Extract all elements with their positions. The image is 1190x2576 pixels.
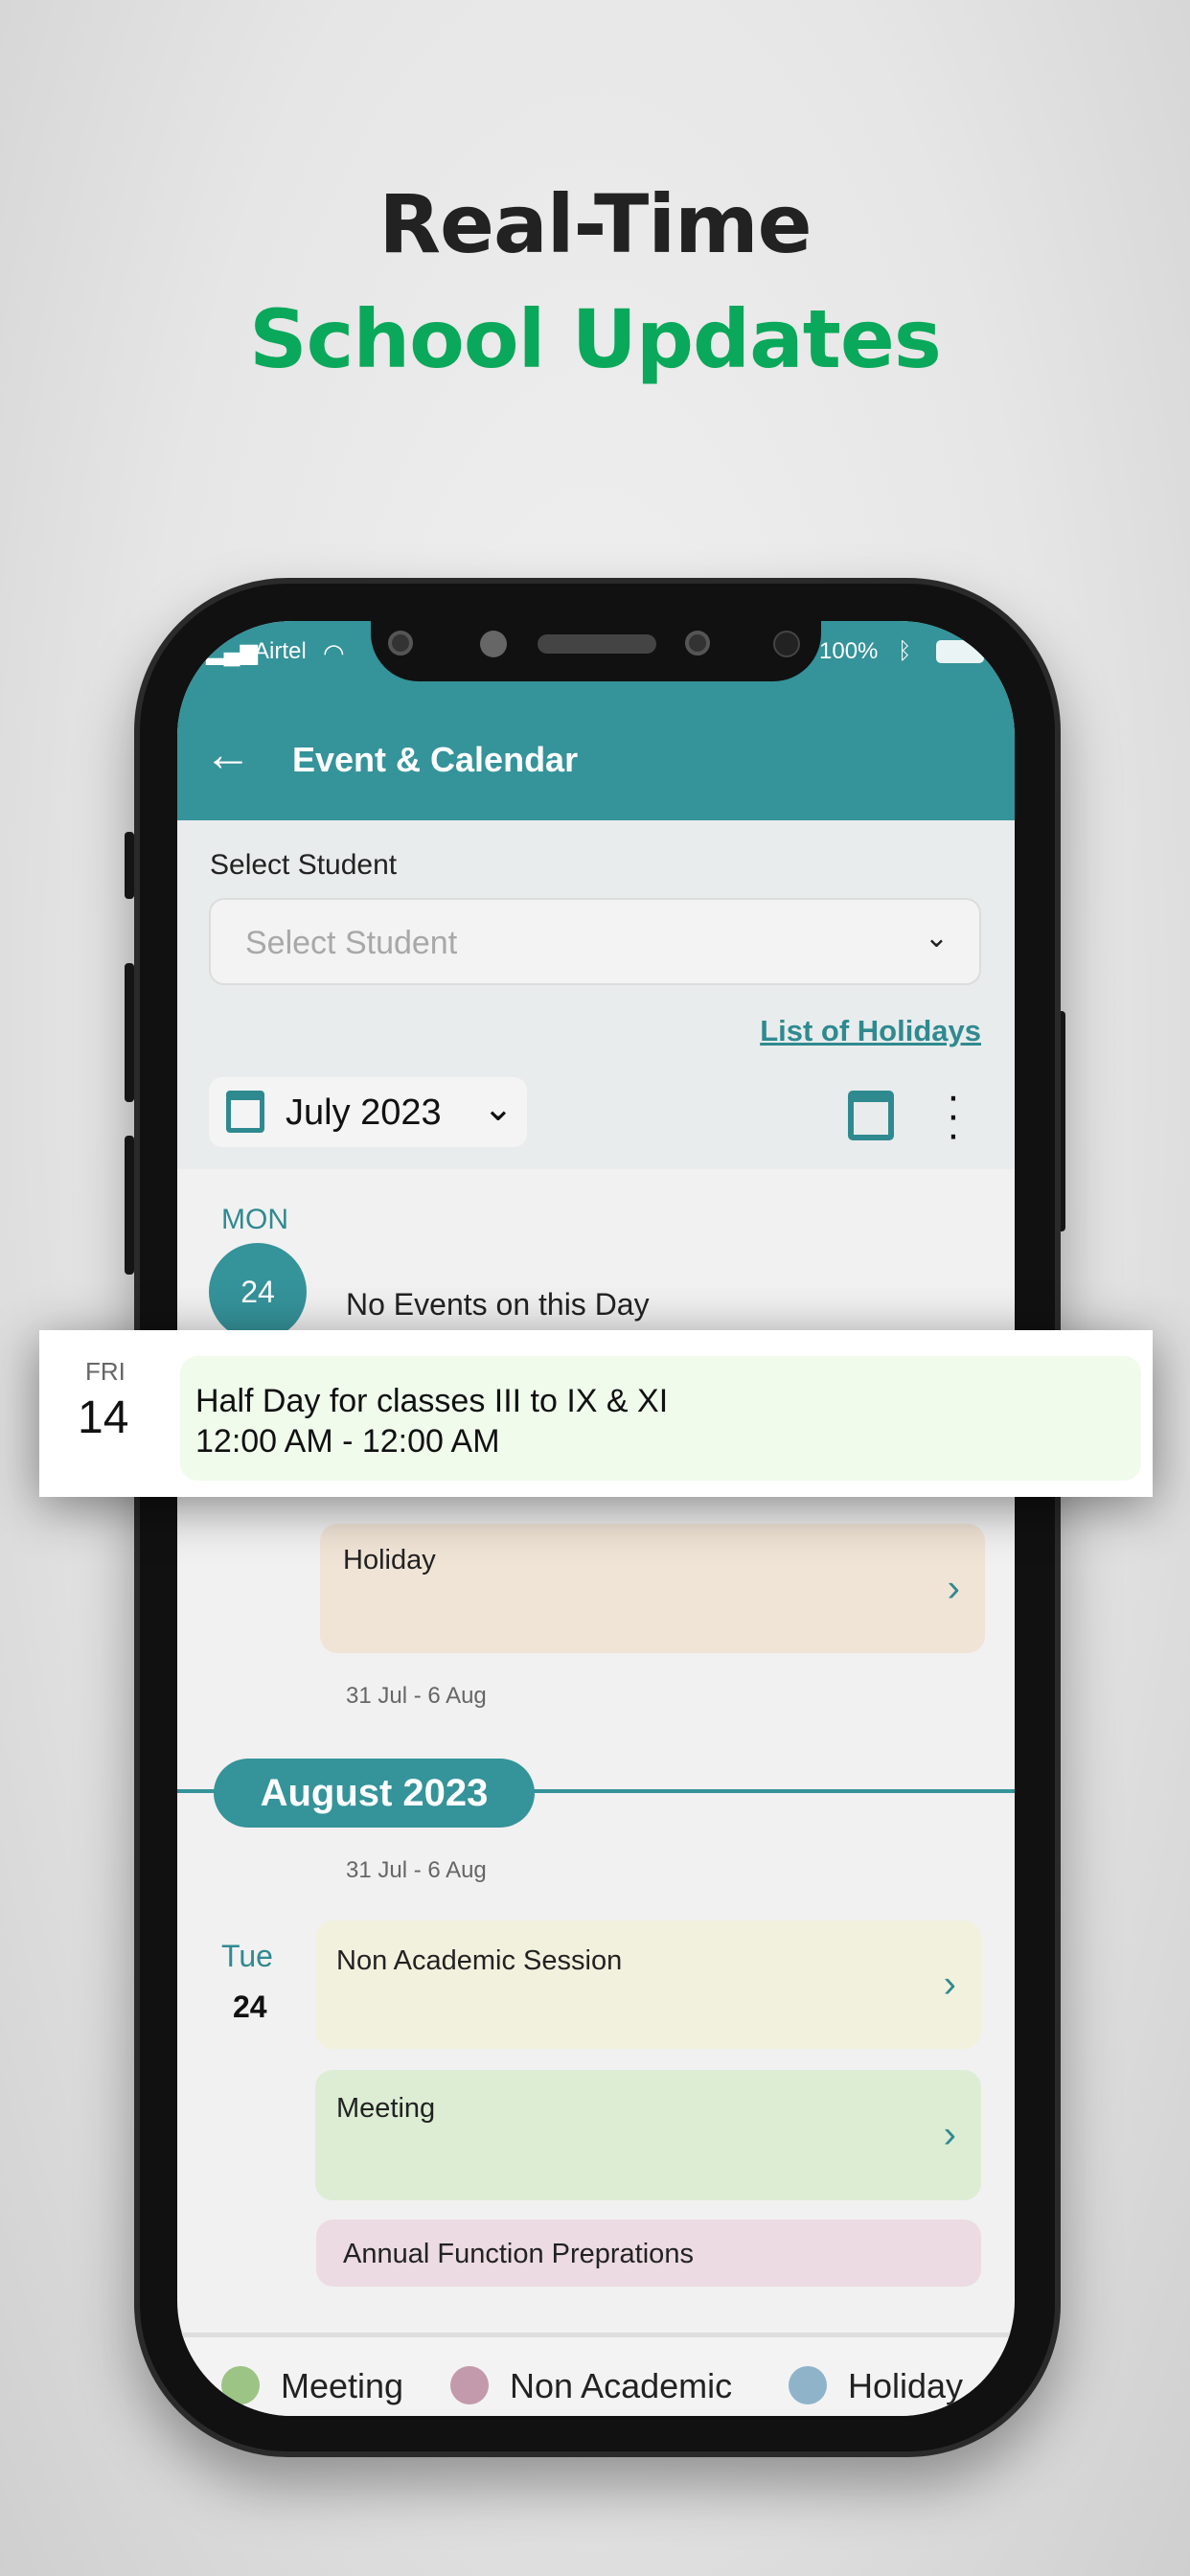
- chevron-right-icon: ›: [947, 1567, 960, 1609]
- event-title: Non Academic Session: [336, 1945, 623, 1976]
- battery-percent: 100%: [819, 638, 879, 664]
- page-title: Event & Calendar: [292, 740, 579, 779]
- month-value: July 2023: [286, 1092, 442, 1133]
- day-weekday: Tue: [221, 1939, 273, 1973]
- holiday-legend-dot: [789, 2366, 827, 2404]
- popup-day: 14: [78, 1392, 129, 1443]
- chevron-right-icon: ›: [943, 2113, 956, 2156]
- popup-event-card[interactable]: Half Day for classes III to IX & XI 12:0…: [180, 1356, 1141, 1481]
- volume-down-button: [125, 1136, 134, 1275]
- battery-icon: [936, 640, 984, 663]
- month-picker[interactable]: July 2023 ⌄: [209, 1077, 527, 1147]
- calendar-view-icon[interactable]: [848, 1091, 894, 1140]
- app-screen: ▂▄▆ Airtel ◠ 100% ᛒ ← Event & Calendar S…: [177, 621, 1015, 2416]
- highlighted-event-popup[interactable]: FRI 14 Half Day for classes III to IX & …: [39, 1330, 1153, 1497]
- wifi-icon: ◠: [323, 638, 345, 667]
- legend-bar: Meeting Non Academic Holiday: [177, 2333, 1015, 2416]
- select-student-dropdown[interactable]: Select Student ⌄: [209, 898, 981, 985]
- back-arrow-icon[interactable]: ←: [204, 730, 252, 778]
- legend-label: Non Academic: [510, 2366, 733, 2405]
- promo-headline: Real-Time: [378, 177, 812, 271]
- promo-subheadline: School Updates: [249, 292, 942, 386]
- event-title: Annual Function Preprations: [343, 2239, 694, 2269]
- mute-switch: [125, 832, 134, 899]
- legend-label: Holiday: [848, 2366, 964, 2405]
- chevron-down-icon: ⌄: [924, 922, 949, 954]
- legend-label: Meeting: [281, 2366, 404, 2405]
- calendar-icon: [226, 1091, 264, 1133]
- day-weekday: MON: [221, 1204, 288, 1235]
- chevron-down-icon: ⌄: [483, 1089, 514, 1129]
- popup-weekday: FRI: [85, 1357, 126, 1386]
- day-number-badge[interactable]: 24: [209, 1243, 307, 1341]
- non-academic-legend-dot: [450, 2366, 489, 2404]
- more-options-icon[interactable]: · · ·: [944, 1075, 963, 1156]
- event-card-annual-function[interactable]: Annual Function Preprations: [316, 2220, 981, 2287]
- event-card-meeting[interactable]: Meeting ›: [315, 2070, 981, 2200]
- phone-notch: [371, 621, 821, 681]
- event-card-holiday[interactable]: Holiday ›: [320, 1524, 985, 1653]
- event-title: Meeting: [336, 2093, 436, 2124]
- list-of-holidays-link[interactable]: List of Holidays: [760, 1014, 981, 1048]
- select-student-label: Select Student: [210, 849, 398, 881]
- week-range: 31 Jul - 6 Aug: [346, 1683, 487, 1709]
- bluetooth-icon: ᛒ: [898, 638, 912, 664]
- select-student-placeholder: Select Student: [245, 925, 458, 961]
- signal-icon: ▂▄▆: [206, 639, 258, 665]
- volume-up-button: [125, 963, 134, 1102]
- day-number: 24: [233, 1990, 267, 2024]
- chevron-right-icon: ›: [943, 1963, 956, 2006]
- popup-event-time: 12:00 AM - 12:00 AM: [195, 1423, 500, 1460]
- event-card-non-academic[interactable]: Non Academic Session ›: [315, 1920, 981, 2049]
- event-title: Holiday: [343, 1545, 436, 1576]
- carrier-label: Airtel: [254, 638, 307, 664]
- no-events-message: No Events on this Day: [346, 1287, 650, 1322]
- month-divider-label: August 2023: [214, 1759, 535, 1828]
- popup-event-title: Half Day for classes III to IX & XI: [195, 1383, 669, 1419]
- week-range: 31 Jul - 6 Aug: [346, 1857, 487, 1883]
- meeting-legend-dot: [221, 2366, 260, 2404]
